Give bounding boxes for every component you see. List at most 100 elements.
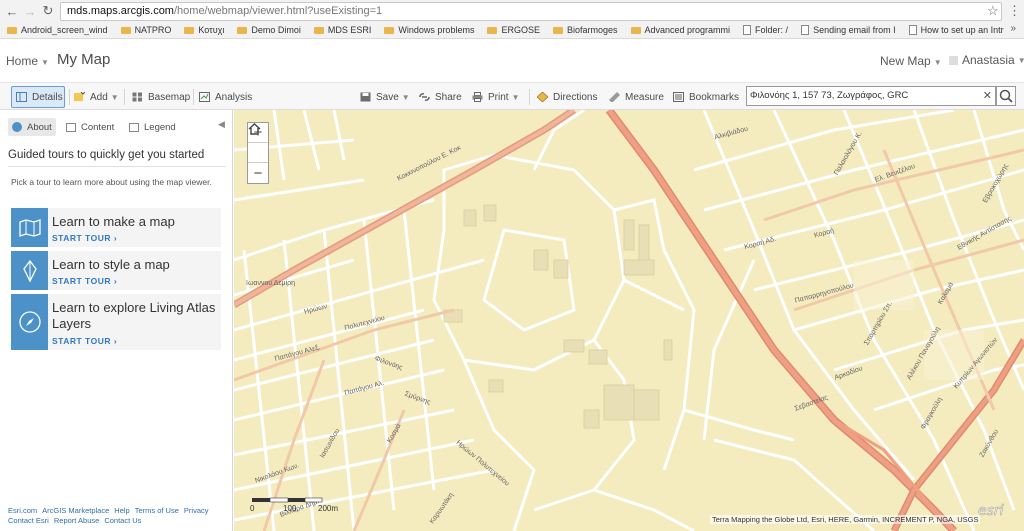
details-button[interactable]: Details [11, 86, 65, 108]
bookmark-item[interactable]: NATPRO [120, 25, 178, 35]
save-icon [360, 92, 371, 102]
tour-card-make-map[interactable]: Learn to make a map START TOUR › [11, 208, 221, 247]
bookmarks-bar: Android_screen_wind NATPRO Κοτυχι Demo D… [0, 22, 1024, 39]
start-tour-link[interactable]: START TOUR › [52, 276, 117, 286]
collapse-panel-icon[interactable]: ◀ [218, 119, 225, 130]
footer-link[interactable]: Report Abuse [54, 516, 99, 525]
footer-link[interactable]: Help [114, 506, 129, 515]
footer-link[interactable]: Terms of Use [135, 506, 179, 515]
folder-icon [384, 26, 395, 34]
more-bookmarks-icon[interactable]: » [1010, 23, 1016, 34]
guided-tours-intro: Pick a tour to learn more about using th… [11, 177, 212, 187]
tab-about[interactable]: About [8, 118, 56, 136]
esri-logo: esri [974, 495, 1016, 523]
folder-icon [487, 26, 498, 34]
add-button[interactable]: Add ▼ [74, 86, 119, 108]
print-button[interactable]: Print ▼ [472, 86, 519, 108]
browser-address-bar: ← → ↻ mds.maps.arcgis.com/home/webmap/vi… [0, 0, 1024, 22]
footer-link[interactable]: Esri.com [8, 506, 37, 515]
clear-search-icon[interactable]: ✕ [983, 87, 992, 105]
bookmarks-icon [673, 92, 684, 102]
bookmark-item[interactable]: Folder: / [743, 25, 794, 35]
chevron-down-icon: ▼ [511, 92, 520, 102]
save-button[interactable]: Save ▼ [360, 86, 410, 108]
start-tour-link[interactable]: START TOUR › [52, 336, 117, 346]
page-icon [801, 25, 810, 35]
bookmark-item[interactable]: Κοτυχι [184, 25, 230, 35]
search-button[interactable] [996, 86, 1016, 106]
add-icon [74, 92, 85, 101]
forward-icon[interactable]: → [21, 2, 39, 20]
bookmarks-button[interactable]: Bookmarks [673, 86, 739, 108]
chevron-down-icon: ▼ [401, 92, 410, 102]
map-icon [11, 208, 48, 247]
scale-bar-graphic [252, 497, 323, 503]
tour-title: Learn to make a map [52, 214, 175, 229]
location-search-input[interactable]: Φιλονόης 1, 157 73, Ζωγράφος, GRC ✕ [746, 86, 996, 106]
bookmark-star-icon[interactable]: ☆ [987, 3, 999, 19]
tour-card-living-atlas[interactable]: Learn to explore Living Atlas Layers STA… [11, 294, 221, 350]
divider [8, 166, 226, 167]
toolbar-divider [193, 89, 194, 105]
footer-link[interactable]: Contact Us [104, 516, 141, 525]
measure-button[interactable]: Measure [609, 86, 664, 108]
folder-icon [120, 26, 131, 34]
browser-menu-icon[interactable]: ⋮ [1008, 3, 1021, 19]
page-icon [908, 25, 917, 35]
tab-legend[interactable]: Legend [125, 118, 180, 136]
home-icon [248, 123, 261, 135]
page-icon [743, 25, 752, 35]
bookmark-item[interactable]: Demo Dimoi [237, 25, 307, 35]
bookmark-item[interactable]: ERGOSE [487, 25, 546, 35]
street-label: Ιωαννου Δεμίρη [246, 280, 295, 287]
map-view[interactable]: Κοκκινοπούλου Ε. Κοκ Αλκιβιάδου Ηρώων Πο… [234, 110, 1024, 531]
toolbar-divider [529, 89, 530, 105]
new-map-menu[interactable]: New Map ▼ [880, 54, 942, 68]
footer-link[interactable]: ArcGIS Marketplace [42, 506, 109, 515]
folder-icon [552, 26, 563, 34]
bookmark-item[interactable]: Advanced programmi [630, 25, 737, 35]
basemap-button[interactable]: Basemap [132, 86, 190, 108]
home-menu[interactable]: Home ▼ [6, 54, 49, 68]
basemap-icon [132, 92, 142, 102]
url-path: /home/webmap/viewer.html?useExisting=1 [173, 5, 383, 17]
footer-link[interactable]: Contact Esri [8, 516, 49, 525]
content-icon [66, 122, 76, 132]
app-header: Home ▼ My Map New Map ▼ Anastasia ▼ [0, 40, 1024, 82]
search-icon [999, 89, 1013, 103]
bookmark-item[interactable]: How to set up an Intr [908, 25, 1010, 35]
details-icon [16, 92, 27, 102]
map-attribution: Terra Mapping the Globe Ltd, Esri, HERE,… [710, 515, 981, 524]
share-button[interactable]: Share [419, 86, 462, 108]
guided-tours-heading: Guided tours to quickly get you started [8, 149, 205, 161]
reload-icon[interactable]: ↻ [39, 2, 57, 20]
chevron-down-icon: ▼ [110, 92, 119, 102]
map-title[interactable]: My Map [57, 51, 110, 68]
url-field[interactable]: mds.maps.arcgis.com/home/webmap/viewer.h… [60, 2, 1002, 21]
bookmark-item[interactable]: Windows problems [384, 25, 480, 35]
zoom-out-button[interactable]: − [248, 163, 268, 183]
legend-icon [129, 122, 139, 132]
bookmark-item[interactable]: MDS ESRI [313, 25, 378, 35]
analysis-button[interactable]: Analysis [199, 86, 252, 108]
footer-link[interactable]: Privacy [184, 506, 209, 515]
chevron-down-icon: ▼ [933, 58, 942, 67]
folder-icon [313, 26, 324, 34]
chevron-down-icon: ▼ [41, 58, 49, 67]
analysis-icon [199, 92, 210, 102]
start-tour-link[interactable]: START TOUR › [52, 233, 117, 243]
local-streets-east [693, 110, 1024, 531]
home-extent-button[interactable] [248, 123, 268, 163]
bookmark-item[interactable]: Biofarmoges [552, 25, 624, 35]
back-icon[interactable]: ← [3, 2, 21, 20]
folder-icon [630, 26, 641, 34]
tab-content[interactable]: Content [62, 118, 118, 136]
tour-card-style-map[interactable]: Learn to style a map START TOUR › [11, 251, 221, 290]
url-host: mds.maps.arcgis.com [67, 5, 174, 17]
bookmark-item[interactable]: Android_screen_wind [7, 25, 114, 35]
toolbar-divider [124, 89, 125, 105]
tour-title: Learn to style a map [52, 257, 170, 272]
directions-button[interactable]: Directions [537, 86, 597, 108]
user-menu[interactable]: Anastasia ▼ [949, 53, 1024, 67]
bookmark-item[interactable]: Sending email from I [801, 25, 902, 35]
